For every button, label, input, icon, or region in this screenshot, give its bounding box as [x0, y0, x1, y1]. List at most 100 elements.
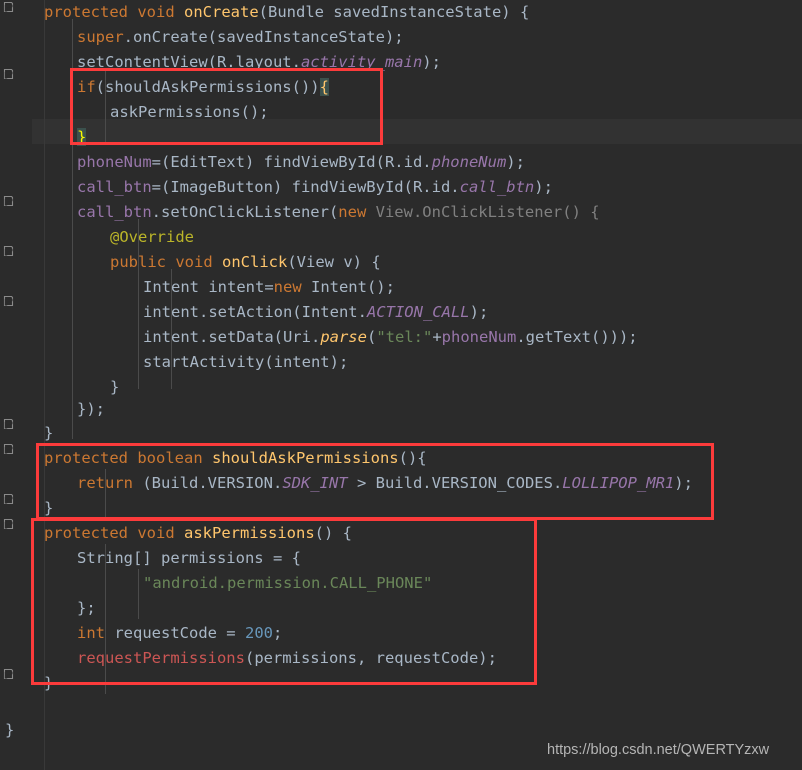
code-token: call_btn: [459, 178, 535, 196]
code-line[interactable]: }: [0, 496, 53, 521]
code-token: =(EditText) findViewById(R.id.: [151, 153, 432, 171]
code-text-layer[interactable]: protected void onCreate(Bundle savedInst…: [0, 0, 802, 770]
code-token: LOLLIPOP_MR1: [562, 474, 675, 492]
code-token: );: [674, 474, 693, 492]
code-token: protected: [44, 449, 138, 467]
code-token: (shouldAskPermissions()): [95, 78, 320, 96]
code-token: .setOnClickListener(: [151, 203, 339, 221]
code-token: "tel:": [376, 328, 433, 346]
code-token: return: [77, 474, 143, 492]
code-token: void: [137, 524, 184, 542]
code-line[interactable]: if(shouldAskPermissions()){: [0, 75, 329, 100]
code-token: String[] permissions = {: [77, 549, 301, 567]
code-token: .getText()));: [516, 328, 638, 346]
code-token: {: [319, 78, 329, 96]
code-token: void: [137, 3, 184, 21]
code-token: );: [422, 53, 441, 71]
code-token: =(ImageButton) findViewById(R.id.: [151, 178, 460, 196]
code-line[interactable]: protected boolean shouldAskPermissions()…: [0, 446, 427, 471]
code-token: (Bundle savedInstanceState) {: [258, 3, 530, 21]
code-line[interactable]: protected void askPermissions() {: [0, 521, 352, 546]
code-token: }: [110, 378, 120, 396]
code-token: requestCode =: [114, 624, 245, 642]
code-token: > Build.VERSION_CODES.: [347, 474, 563, 492]
code-token: void: [175, 253, 222, 271]
code-token: protected: [44, 524, 138, 542]
code-token: +: [432, 328, 442, 346]
code-line[interactable]: askPermissions();: [0, 100, 269, 125]
code-line[interactable]: super.onCreate(savedInstanceState);: [0, 25, 404, 50]
code-token: (permissions, requestCode);: [244, 649, 497, 667]
code-token: super: [77, 28, 124, 46]
code-token: );: [534, 178, 553, 196]
code-line[interactable]: phoneNum=(EditText) findViewById(R.id.ph…: [0, 150, 525, 175]
code-line[interactable]: return (Build.VERSION.SDK_INT > Build.VE…: [0, 471, 693, 496]
code-token: boolean: [137, 449, 212, 467]
code-line[interactable]: intent.setAction(Intent.ACTION_CALL);: [0, 300, 488, 325]
code-line[interactable]: String[] permissions = {: [0, 546, 301, 571]
code-token: @Override: [110, 228, 194, 246]
code-token: phoneNum: [77, 153, 152, 171]
code-line[interactable]: call_btn=(ImageButton) findViewById(R.id…: [0, 175, 553, 200]
code-token: }: [44, 674, 54, 692]
code-line[interactable]: }: [0, 671, 53, 696]
code-token: (Build.VERSION.: [142, 474, 283, 492]
code-token: "android.permission.CALL_PHONE": [143, 574, 433, 592]
code-token: call_btn: [77, 178, 152, 196]
code-token: 200: [244, 624, 273, 642]
code-token: }: [77, 128, 87, 146]
code-token: ;: [272, 624, 283, 642]
code-token: (){: [398, 449, 427, 467]
code-token: call_btn: [77, 203, 152, 221]
code-line[interactable]: Intent intent=new Intent();: [0, 275, 395, 300]
code-line[interactable]: intent.setData(Uri.parse("tel:"+phoneNum…: [0, 325, 638, 350]
code-editor[interactable]: protected void onCreate(Bundle savedInst…: [0, 0, 802, 770]
code-token: askPermissions();: [110, 103, 269, 121]
code-line[interactable]: call_btn.setOnClickListener(new View.OnC…: [0, 200, 600, 225]
code-line[interactable]: requestPermissions(permissions, requestC…: [0, 646, 497, 671]
code-token: SDK_INT: [282, 474, 348, 492]
code-line[interactable]: }: [0, 718, 14, 743]
code-token: (View v) {: [287, 253, 381, 271]
code-line[interactable]: int requestCode = 200;: [0, 621, 282, 646]
code-token: activity_main: [300, 53, 423, 71]
code-token: }: [5, 721, 15, 739]
code-line[interactable]: }: [0, 421, 53, 446]
code-token: setContentView(R.layout.: [77, 53, 301, 71]
watermark-text: https://blog.csdn.net/QWERTYzxw: [547, 742, 770, 758]
code-line[interactable]: startActivity(intent);: [0, 350, 348, 375]
code-token: });: [77, 400, 105, 418]
code-token: );: [469, 303, 489, 321]
code-line[interactable]: protected void onCreate(Bundle savedInst…: [0, 0, 529, 25]
code-token: };: [77, 599, 96, 617]
code-token: }: [44, 424, 54, 442]
code-token: parse: [320, 328, 367, 346]
code-token: shouldAskPermissions: [211, 449, 399, 467]
code-token: Intent intent=: [143, 278, 274, 296]
code-token: ACTION_CALL: [366, 303, 470, 321]
code-token: () {: [314, 524, 352, 542]
code-line[interactable]: public void onClick(View v) {: [0, 250, 381, 275]
code-token: onClick: [222, 253, 288, 271]
code-token: public: [110, 253, 176, 271]
code-token: new: [338, 203, 376, 221]
code-token: phoneNum: [431, 153, 507, 171]
code-token: intent.setData(Uri.: [143, 328, 321, 346]
code-token: startActivity(intent);: [143, 353, 349, 371]
code-token: askPermissions: [184, 524, 315, 542]
code-line[interactable]: };: [0, 596, 96, 621]
code-token: );: [506, 153, 525, 171]
code-line[interactable]: });: [0, 397, 105, 422]
code-token: }: [44, 499, 54, 517]
code-line[interactable]: @Override: [0, 225, 194, 250]
code-line[interactable]: }: [0, 125, 87, 150]
code-token: int: [77, 624, 115, 642]
code-token: requestPermissions: [77, 649, 245, 667]
code-token: onCreate: [184, 3, 259, 21]
code-token: phoneNum: [441, 328, 517, 346]
code-token: Intent();: [310, 278, 395, 296]
code-token: new: [273, 278, 311, 296]
code-token: (: [366, 328, 377, 346]
code-line[interactable]: setContentView(R.layout.activity_main);: [0, 50, 441, 75]
code-line[interactable]: "android.permission.CALL_PHONE": [0, 571, 432, 596]
